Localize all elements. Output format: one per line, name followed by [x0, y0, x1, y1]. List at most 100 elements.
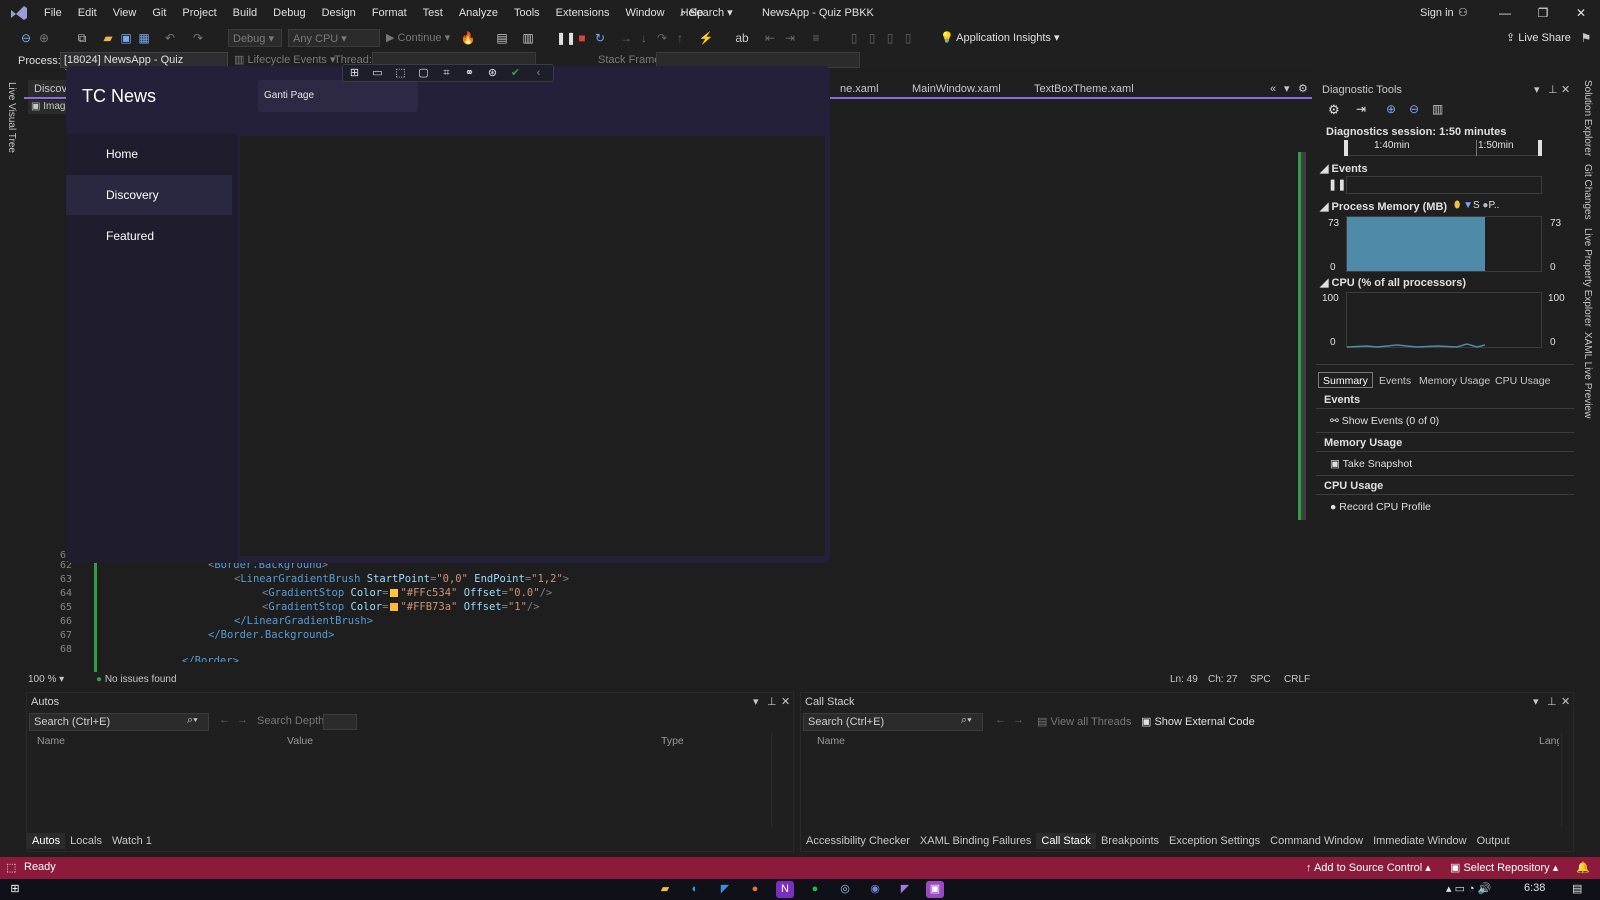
tray-icons[interactable]: ▴ ▭ ◔ 🔊	[1446, 882, 1491, 895]
comment-icon[interactable]: ab	[734, 29, 750, 47]
column-position[interactable]: Ch: 27	[1208, 674, 1237, 685]
close-window-button[interactable]: ✕	[1562, 0, 1600, 26]
gear-icon[interactable]: ⚙	[1328, 102, 1340, 118]
tab-watch-1[interactable]: Watch 1	[107, 833, 157, 849]
back-icon[interactable]: ←	[219, 714, 230, 726]
menu-design[interactable]: Design	[314, 0, 364, 26]
tab-accessibility-checker[interactable]: Accessibility Checker	[801, 833, 915, 849]
live-share-button[interactable]: ⇪ Live Share	[1506, 29, 1571, 47]
outdent-icon[interactable]: ⇥	[782, 29, 798, 47]
step-into-icon[interactable]: ↓	[636, 29, 652, 47]
pause-events-icon[interactable]: ❚❚	[1328, 178, 1346, 191]
record-cpu-profile-button[interactable]: ● Record CPU Profile	[1330, 501, 1431, 513]
whitespace-mode[interactable]: SPC	[1250, 674, 1271, 685]
events-section-header[interactable]: ◢ Events	[1320, 162, 1368, 175]
feedback-icon[interactable]: ⚑	[1578, 29, 1594, 47]
tab-home-xaml[interactable]: ne.xaml	[834, 80, 885, 98]
undo-icon[interactable]: ↶	[162, 29, 178, 47]
spotify-icon[interactable]: ●	[806, 881, 824, 898]
back-icon[interactable]: ⊖	[18, 29, 34, 47]
onenote-icon[interactable]: N	[776, 881, 794, 898]
show-next-statement-icon[interactable]: →	[618, 29, 634, 47]
tab-call-stack[interactable]: Call Stack	[1036, 833, 1096, 849]
tab-command-window[interactable]: Command Window	[1265, 833, 1368, 849]
add-to-source-control-button[interactable]: ↑ Add to Source Control ▴	[1306, 861, 1431, 874]
record-icon[interactable]: ▭	[366, 65, 389, 81]
uncomment-icon[interactable]: ≡	[808, 29, 824, 47]
search-icon[interactable]: ⌕▾	[961, 714, 972, 727]
windows-start-icon[interactable]: ⊞	[6, 881, 24, 898]
app-header-textbox[interactable]: Ganti Page	[258, 80, 418, 112]
close-icon[interactable]: ✕	[1561, 695, 1570, 708]
action-center-icon[interactable]: ▤	[1572, 882, 1582, 895]
git-changes-tab[interactable]: Git Changes	[1582, 164, 1593, 220]
accessibility-icon[interactable]: ⊛	[481, 65, 504, 81]
continue-button[interactable]: ▶ Continue ▾	[386, 29, 450, 47]
timeline-left-handle[interactable]	[1344, 140, 1348, 156]
tab-breakpoints[interactable]: Breakpoints	[1096, 833, 1164, 849]
prev-bookmark-icon[interactable]: ▯	[864, 29, 880, 47]
menu-analyze[interactable]: Analyze	[451, 0, 506, 26]
nav-item-featured[interactable]: Featured	[66, 216, 232, 256]
line-position[interactable]: Ln: 49	[1170, 674, 1198, 685]
new-project-icon[interactable]: ⧉	[74, 29, 90, 47]
save-all-icon[interactable]: ▦	[136, 29, 152, 47]
nav-item-discovery[interactable]: Discovery	[66, 175, 232, 215]
discord-icon[interactable]: ◉	[866, 881, 884, 898]
edge-browser-icon[interactable]: ◐	[686, 881, 704, 898]
tab-memory-usage[interactable]: Memory Usage	[1414, 372, 1495, 388]
notification-icon[interactable]: ⬚	[6, 861, 16, 874]
column-value[interactable]: Value	[287, 733, 313, 749]
take-snapshot-button[interactable]: ▣ Take Snapshot	[1330, 458, 1412, 470]
column-language[interactable]: Lang	[1539, 733, 1559, 749]
forward-icon[interactable]: →	[237, 714, 248, 726]
hot-reload-ok-icon[interactable]: ✔	[504, 65, 527, 81]
search-icon[interactable]: ⌕▾	[187, 714, 198, 727]
memory-graph[interactable]	[1346, 216, 1542, 272]
forward-icon[interactable]: →	[1013, 714, 1024, 726]
platform-dropdown[interactable]: Any CPU ▾	[288, 29, 380, 47]
next-bookmark-icon[interactable]: ▯	[882, 29, 898, 47]
column-name[interactable]: Name	[37, 733, 65, 749]
reset-view-icon[interactable]: ▥	[1432, 102, 1443, 116]
configuration-dropdown[interactable]: Debug ▾	[228, 29, 282, 47]
tab-cpu-usage[interactable]: CPU Usage	[1490, 372, 1555, 388]
visual-studio-icon[interactable]: ◤	[896, 881, 914, 898]
tab-immediate-window[interactable]: Immediate Window	[1368, 833, 1472, 849]
menu-build[interactable]: Build	[225, 0, 265, 26]
autos-scrollbar[interactable]	[771, 733, 783, 827]
timeline-ruler[interactable]: 1:40min 1:50min	[1344, 140, 1542, 156]
tab-xaml-binding-failures[interactable]: XAML Binding Failures	[915, 833, 1036, 849]
issues-indicator[interactable]: ● No issues found	[96, 674, 177, 685]
open-folder-icon[interactable]: ▰	[100, 29, 116, 47]
step-over-icon[interactable]: ↷	[654, 29, 670, 47]
sign-in-link[interactable]: Sign in	[1420, 0, 1454, 26]
dropdown-icon[interactable]: ▾	[1533, 695, 1539, 708]
redo-icon[interactable]: ↷	[190, 29, 206, 47]
nav-item-home[interactable]: Home	[66, 134, 232, 174]
zoom-in-icon[interactable]: ⊕	[1386, 102, 1396, 116]
export-icon[interactable]: ⇥	[1356, 102, 1366, 116]
memory-section-header[interactable]: ◢ Process Memory (MB)	[1320, 200, 1447, 213]
step-out-icon[interactable]: ↑	[672, 29, 688, 47]
menu-git[interactable]: Git	[144, 0, 174, 26]
line-ending-mode[interactable]: CRLF	[1284, 674, 1310, 685]
vscode-icon[interactable]: ◤	[716, 881, 734, 898]
restore-button[interactable]: ❐	[1524, 0, 1562, 26]
settings-icon[interactable]: ⚙	[1292, 80, 1314, 98]
tab-autos[interactable]: Autos	[27, 833, 66, 849]
menu-window[interactable]: Window	[617, 0, 672, 26]
select-element-icon[interactable]: ⊞	[343, 65, 366, 81]
menu-file[interactable]: File	[36, 0, 70, 26]
xaml-live-preview-tab[interactable]: XAML Live Preview	[1582, 332, 1593, 418]
call-stack-search-input[interactable]: Search (Ctrl+E)	[803, 713, 983, 731]
application-insights-button[interactable]: 💡 Application Insights ▾	[940, 29, 1060, 47]
column-name[interactable]: Name	[817, 733, 845, 749]
hot-reload-icon[interactable]: ⚭	[458, 65, 481, 81]
clock[interactable]: 6:38	[1524, 882, 1545, 894]
select-repository-button[interactable]: ▣ Select Repository ▴	[1450, 861, 1558, 874]
call-stack-scrollbar[interactable]	[1561, 733, 1573, 827]
zoom-dropdown[interactable]: 100 % ▾	[28, 674, 64, 685]
zoom-out-icon[interactable]: ⊖	[1409, 102, 1419, 116]
process-icon[interactable]: ▤	[494, 29, 510, 47]
